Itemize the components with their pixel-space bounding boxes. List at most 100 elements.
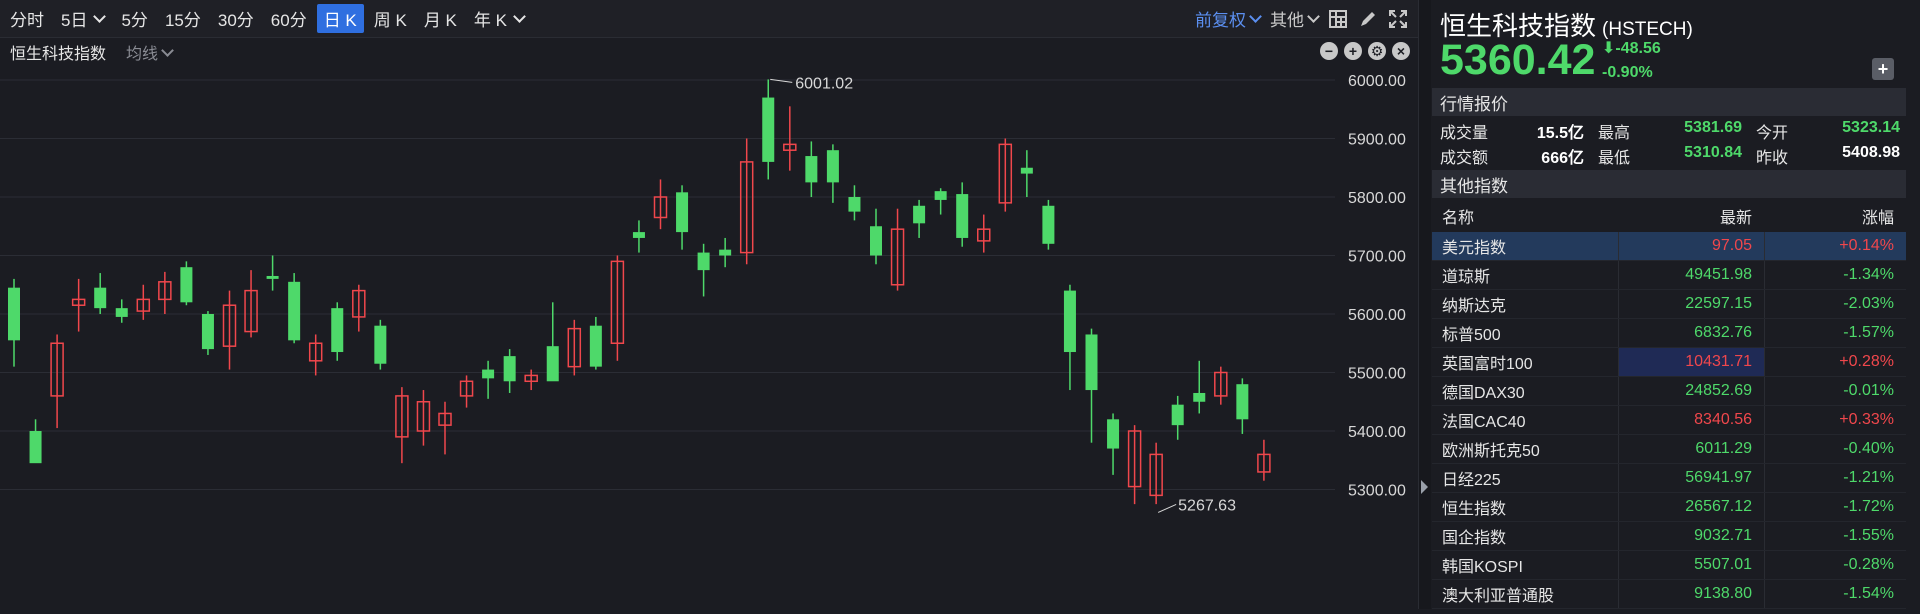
chevron-down-icon xyxy=(513,10,526,23)
index-row[interactable]: 美元指数 97.05 +0.14% xyxy=(1432,232,1906,261)
index-row[interactable]: 法国CAC40 8340.56 +0.33% xyxy=(1432,406,1906,435)
candle-body xyxy=(805,156,818,183)
chart-subbar: 恒生科技指数 均线 − + ⚙ × xyxy=(0,38,1418,66)
index-latest: 49451.98 xyxy=(1618,261,1764,289)
index-name: 韩国KOSPI xyxy=(1442,559,1523,576)
current-price: 5360.42 xyxy=(1440,36,1596,84)
add-watchlist-button[interactable]: + xyxy=(1872,58,1894,80)
adjust-dropdown[interactable]: 前复权 xyxy=(1195,6,1262,31)
candle-body xyxy=(719,249,732,256)
index-name: 美元指数 xyxy=(1442,240,1507,257)
index-row[interactable]: 恒生指数 26567.12 -1.72% xyxy=(1432,493,1906,522)
period-tab-9[interactable]: 年 K xyxy=(467,4,531,33)
index-row[interactable]: 道琼斯 49451.98 -1.34% xyxy=(1432,261,1906,290)
index-row[interactable]: 德国DAX30 24852.69 -0.01% xyxy=(1432,377,1906,406)
zoom-out-icon[interactable]: − xyxy=(1320,42,1338,60)
index-latest: 26567.12 xyxy=(1618,493,1764,521)
period-tab-label: 分时 xyxy=(10,11,44,30)
other-index-header: 其他指数 xyxy=(1432,170,1906,198)
period-tab-1[interactable]: 5日 xyxy=(54,4,111,33)
period-tab-2[interactable]: 5分 xyxy=(114,4,154,33)
index-change: -1.21% xyxy=(1764,464,1906,492)
index-row[interactable]: 欧洲斯托克50 6011.29 -0.40% xyxy=(1432,435,1906,464)
index-change: -1.54% xyxy=(1764,580,1906,608)
index-name: 国企指数 xyxy=(1442,530,1507,547)
quote-label: 最高 xyxy=(1598,124,1631,142)
period-tab-label: 年 K xyxy=(473,11,507,30)
period-tab-3[interactable]: 15分 xyxy=(158,4,208,33)
chevron-down-icon xyxy=(93,10,107,23)
candle-body xyxy=(589,325,602,367)
quote-cell: 最高 5381.69 xyxy=(1590,119,1748,143)
quote-value: 5310.84 xyxy=(1684,143,1742,161)
period-tab-6[interactable]: 日 K xyxy=(316,4,364,33)
index-latest: 10431.71 xyxy=(1618,348,1764,376)
other-index-table-head: 名称 最新 涨幅 xyxy=(1432,202,1906,230)
candle-body xyxy=(8,287,20,341)
other-dropdown[interactable]: 其他 xyxy=(1270,6,1320,31)
index-name: 欧洲斯托克50 xyxy=(1442,443,1540,460)
adjust-label: 前复权 xyxy=(1195,11,1246,30)
settings-icon[interactable]: ⚙ xyxy=(1368,42,1386,60)
quote-label: 成交额 xyxy=(1440,149,1489,167)
fullscreen-icon[interactable] xyxy=(1388,9,1408,29)
period-tab-8[interactable]: 月 K xyxy=(417,4,464,33)
quote-label: 昨收 xyxy=(1756,149,1789,167)
index-row[interactable]: 日经225 56941.97 -1.21% xyxy=(1432,464,1906,493)
chart-controls: − + ⚙ × xyxy=(1320,42,1410,60)
quote-label: 今开 xyxy=(1756,124,1789,142)
candle-body xyxy=(848,197,861,212)
index-latest: 22597.15 xyxy=(1618,290,1764,318)
index-row[interactable]: 澳大利亚普通股 9138.80 -1.54% xyxy=(1432,580,1906,609)
quote-value: 15.5亿 xyxy=(1536,124,1584,142)
quote-cell: 成交量 15.5亿 xyxy=(1432,119,1590,143)
index-name: 日经225 xyxy=(1442,472,1501,489)
index-change: +0.33% xyxy=(1764,406,1906,434)
candle-body xyxy=(676,192,689,233)
candle-body xyxy=(1171,404,1184,426)
index-change: -1.55% xyxy=(1764,522,1906,550)
other-label: 其他 xyxy=(1270,11,1304,30)
min-pointer xyxy=(1157,503,1177,513)
period-tab-7[interactable]: 周 K xyxy=(367,4,414,33)
candle-body xyxy=(913,205,926,224)
period-tab-label: 5日 xyxy=(61,11,88,30)
index-row[interactable]: 韩国KOSPI 5507.01 -0.28% xyxy=(1432,551,1906,580)
candle-body xyxy=(266,275,279,279)
index-row[interactable]: 纳斯达克 22597.15 -2.03% xyxy=(1432,290,1906,319)
period-tab-label: 周 K xyxy=(373,11,407,30)
index-latest: 97.05 xyxy=(1618,232,1764,260)
candle-body xyxy=(1236,384,1249,420)
period-tab-label: 月 K xyxy=(423,11,457,30)
index-row[interactable]: 标普500 6832.76 -1.57% xyxy=(1432,319,1906,348)
period-tab-0[interactable]: 分时 xyxy=(3,4,51,33)
period-tab-4[interactable]: 30分 xyxy=(211,4,261,33)
period-tab-5[interactable]: 60分 xyxy=(264,4,314,33)
pen-icon[interactable] xyxy=(1358,9,1378,29)
candle-body xyxy=(482,369,495,379)
candle-body xyxy=(870,226,882,256)
quote-cell: 昨收 5408.98 xyxy=(1748,144,1906,168)
ma-dropdown[interactable]: 均线 xyxy=(126,40,174,64)
close-icon[interactable]: × xyxy=(1392,42,1410,60)
quote-value: 666亿 xyxy=(1541,149,1584,167)
index-name: 标普500 xyxy=(1442,327,1501,344)
index-name: 恒生指数 xyxy=(1442,501,1507,518)
candle-body xyxy=(762,97,775,162)
index-latest: 6011.29 xyxy=(1618,435,1764,463)
index-latest: 6832.76 xyxy=(1618,319,1764,347)
index-row[interactable]: 英国富时100 10431.71 +0.28% xyxy=(1432,348,1906,377)
index-name: 澳大利亚普通股 xyxy=(1442,588,1555,605)
min-label: 5267.63 xyxy=(1178,497,1236,514)
price-change-value: -48.56 xyxy=(1615,40,1661,57)
candle-body xyxy=(94,287,107,309)
index-latest: 5507.01 xyxy=(1618,551,1764,579)
index-latest: 9138.80 xyxy=(1618,580,1764,608)
zoom-in-icon[interactable]: + xyxy=(1344,42,1362,60)
candle-body xyxy=(826,150,839,183)
index-row[interactable]: 国企指数 9032.71 -1.55% xyxy=(1432,522,1906,551)
panel-divider[interactable] xyxy=(1418,0,1431,609)
expand-arrow-icon[interactable] xyxy=(1421,480,1428,494)
candlestick-chart[interactable]: 6000.00 5900.00 5800.00 5700.00 5600.00 5500.… xyxy=(0,66,1418,609)
grid-icon[interactable] xyxy=(1328,9,1348,29)
